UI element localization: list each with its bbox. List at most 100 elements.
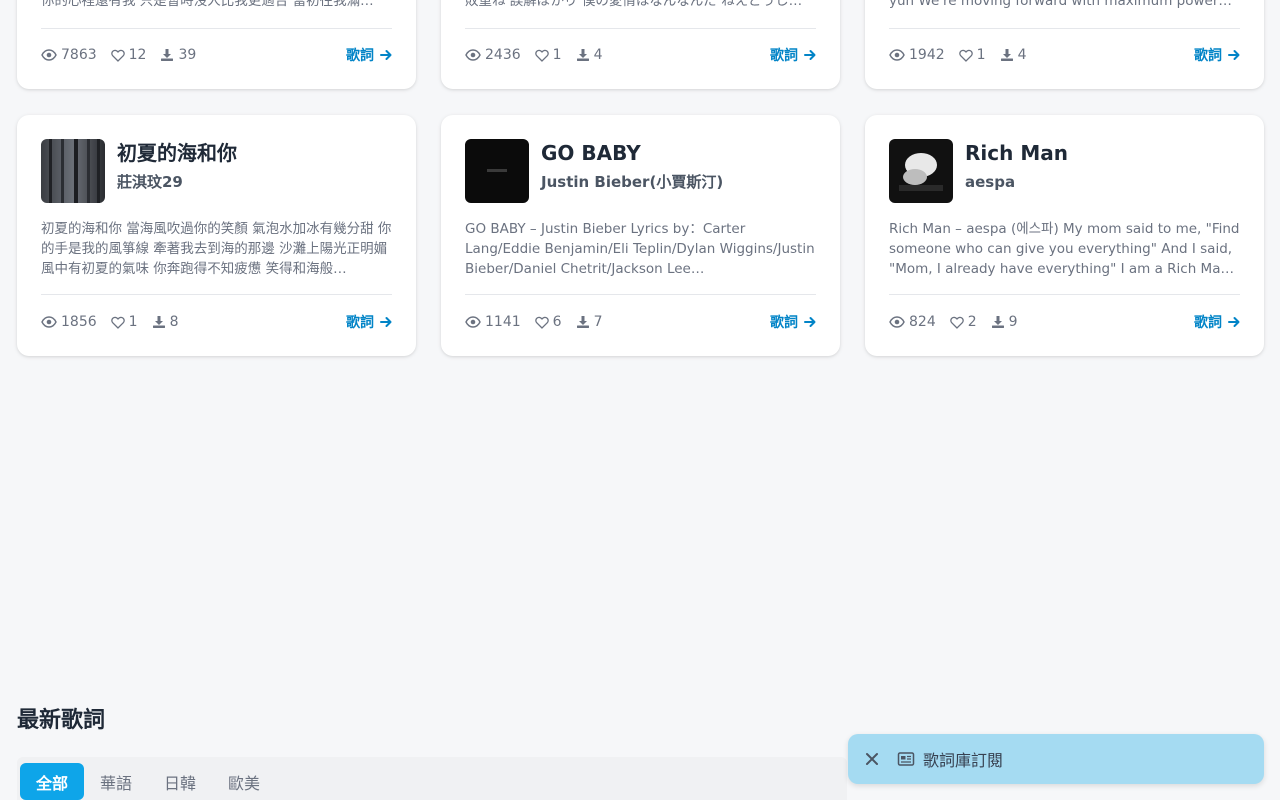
eye-icon	[465, 316, 481, 328]
divider	[465, 28, 816, 29]
heart-icon	[958, 49, 973, 62]
card-stats: 824 2 9 歌詞	[889, 312, 1240, 332]
downloads-stat[interactable]: 9	[991, 314, 1018, 330]
likes-stat[interactable]: 6	[534, 314, 562, 330]
likes-stat[interactable]: 12	[110, 47, 146, 63]
artist-name[interactable]: Justin Bieber(小賈斯汀)	[541, 172, 723, 192]
downloads-stat[interactable]: 8	[152, 314, 178, 330]
card-stats: 1141 6 7 歌詞	[465, 312, 816, 332]
download-icon	[1000, 49, 1013, 61]
lyrics-link[interactable]: 歌詞	[1194, 45, 1240, 65]
arrow-right-icon	[1228, 50, 1240, 60]
tab-chinese[interactable]: 華語	[84, 763, 148, 800]
close-icon[interactable]	[864, 751, 880, 767]
card-stats: 1942 1 4 歌詞	[889, 45, 1240, 65]
views-stat: 2436	[465, 47, 521, 63]
album-cover[interactable]	[465, 139, 529, 203]
heart-icon	[949, 316, 964, 329]
subscribe-label: 歌詞庫訂閱	[923, 751, 1004, 770]
arrow-right-icon	[380, 317, 392, 327]
views-count: 1942	[909, 47, 945, 63]
views-count: 1141	[485, 314, 521, 330]
views-count: 1856	[61, 314, 97, 330]
divider	[889, 28, 1240, 29]
divider	[41, 294, 392, 295]
eye-icon	[465, 49, 481, 61]
likes-stat[interactable]: 2	[949, 314, 977, 330]
likes-count: 1	[552, 47, 562, 63]
card-stats: 1856 1 8 歌詞	[41, 312, 392, 332]
views-stat: 1856	[41, 314, 97, 330]
downloads-stat[interactable]: 39	[160, 47, 196, 63]
song-card[interactable]: 初夏的海和你 莊淇玟29 初夏的海和你 當海風吹過你的笑顏 氣泡水加冰有幾分甜 …	[17, 115, 416, 356]
song-title[interactable]: GO BABY	[541, 139, 723, 167]
views-stat: 1141	[465, 314, 521, 330]
lyrics-link[interactable]: 歌詞	[1194, 312, 1240, 332]
divider	[465, 294, 816, 295]
downloads-stat[interactable]: 4	[1000, 47, 1026, 63]
lyrics-link[interactable]: 歌詞	[770, 45, 816, 65]
card-stats: 7863 12 39 歌詞	[41, 45, 392, 65]
album-cover-art	[465, 139, 529, 203]
downloads-stat[interactable]: 4	[576, 47, 603, 63]
downloads-count: 39	[178, 47, 197, 63]
views-stat: 824	[889, 314, 936, 330]
lyric-preview: 初夏的海和你 當海風吹過你的笑顏 氣泡水加冰有幾分甜 你的手是我的風箏線 牽著我…	[41, 221, 392, 277]
arrow-right-icon	[804, 317, 816, 327]
tab-japanese-korean[interactable]: 日韓	[148, 763, 212, 800]
song-card[interactable]: GO BABY Justin Bieber(小賈斯汀) GO BABY – Ju…	[441, 115, 840, 356]
downloads-count: 4	[593, 47, 603, 63]
lyrics-link[interactable]: 歌詞	[346, 45, 392, 65]
section-title-latest: 最新歌詞	[17, 708, 106, 733]
likes-stat[interactable]: 1	[534, 47, 562, 63]
eye-icon	[889, 49, 905, 61]
song-card[interactable]: 你的心裡還有我 只是暫時沒人比我更適合 當初往我滿… 7863 12 39 歌詞	[17, 0, 416, 89]
lyric-preview: Rich Man – aespa (에스파) My mom said to me…	[889, 221, 1240, 277]
downloads-stat[interactable]: 7	[576, 314, 603, 330]
song-title[interactable]: 初夏的海和你	[117, 139, 237, 167]
heart-icon	[110, 316, 125, 329]
likes-count: 2	[967, 314, 977, 330]
subscribe-toast[interactable]: 歌詞庫訂閱	[848, 734, 1264, 784]
song-card[interactable]: yuh We're moving forward with maximum po…	[865, 0, 1264, 89]
category-tabs: 全部 華語 日韓 歐美	[17, 757, 847, 800]
card-stats: 2436 1 4 歌詞	[465, 45, 816, 65]
eye-icon	[889, 316, 905, 328]
album-cover-art	[41, 139, 105, 203]
heart-icon	[110, 49, 125, 62]
lyrics-link[interactable]: 歌詞	[770, 312, 816, 332]
eye-icon	[41, 316, 57, 328]
lyrics-link[interactable]: 歌詞	[346, 312, 392, 332]
page: 你的心裡還有我 只是暫時沒人比我更適合 當初往我滿… 7863 12 39 歌詞…	[0, 0, 1280, 800]
tab-all[interactable]: 全部	[20, 763, 85, 800]
song-card[interactable]: 敗重ね 誤解ばかり 僕の愛情はなんなんだ ねえどうし… 2436 1 4 歌詞	[441, 0, 840, 89]
arrow-right-icon	[804, 50, 816, 60]
likes-count: 1	[976, 47, 986, 63]
download-icon	[576, 316, 589, 328]
newspaper-icon	[897, 752, 915, 766]
download-icon	[991, 316, 1004, 328]
album-cover[interactable]	[889, 139, 953, 203]
heart-icon	[534, 316, 549, 329]
likes-stat[interactable]: 1	[958, 47, 986, 63]
views-stat: 7863	[41, 47, 97, 63]
album-cover[interactable]	[41, 139, 105, 203]
likes-stat[interactable]: 1	[110, 314, 138, 330]
download-icon	[152, 316, 165, 328]
lyric-preview: 你的心裡還有我 只是暫時沒人比我更適合 當初往我滿…	[41, 0, 374, 9]
downloads-count: 9	[1008, 314, 1018, 330]
arrow-right-icon	[1228, 317, 1240, 327]
download-icon	[161, 49, 174, 61]
card-header: 初夏的海和你 莊淇玟29	[41, 139, 237, 203]
artist-name[interactable]: 莊淇玟29	[117, 172, 237, 192]
heart-icon	[534, 49, 549, 62]
arrow-right-icon	[380, 50, 392, 60]
downloads-count: 7	[593, 314, 603, 330]
tab-western[interactable]: 歐美	[212, 763, 276, 800]
song-title[interactable]: Rich Man	[965, 139, 1068, 167]
album-cover-art	[889, 139, 953, 203]
artist-name[interactable]: aespa	[965, 172, 1068, 192]
card-header: GO BABY Justin Bieber(小賈斯汀)	[465, 139, 723, 203]
views-count: 2436	[485, 47, 521, 63]
song-card[interactable]: Rich Man aespa Rich Man – aespa (에스파) My…	[865, 115, 1264, 356]
